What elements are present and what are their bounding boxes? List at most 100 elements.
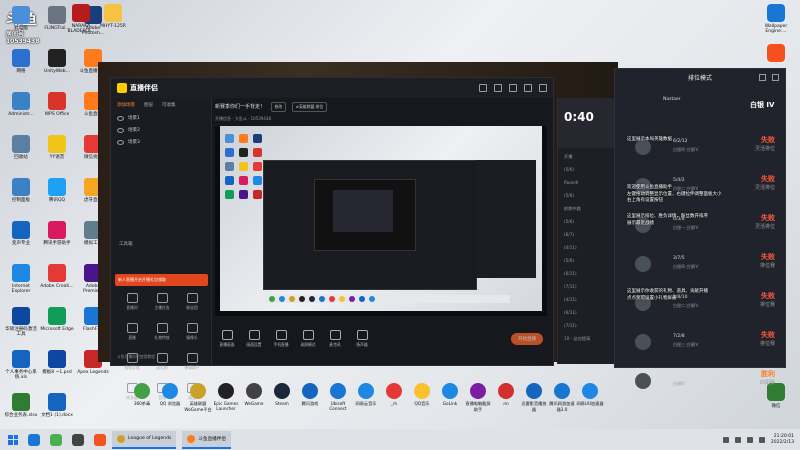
start-button[interactable] xyxy=(8,434,18,445)
clock[interactable]: 21:20:01 2022/2/13 xyxy=(771,434,794,446)
dock-icon[interactable]: 迅雷影音播放器 xyxy=(520,383,548,413)
tool-button[interactable]: 弹幕助手 xyxy=(177,353,207,371)
desktop-dock-row: 360杀毒 QQ 浏览器 英雄联盟WeGame平台 Epic Games Launch… xyxy=(128,383,604,413)
desktop-icon[interactable]: 腾讯QQ xyxy=(40,178,74,203)
dock-icon[interactable]: QQ 浏览器 xyxy=(156,383,184,413)
dock-icon[interactable]: _m xyxy=(380,383,408,413)
desktop-icon[interactable]: 个人事务中心系统.xls xyxy=(4,350,38,380)
tab-2[interactable]: 可收集 xyxy=(162,102,176,108)
dock-icon[interactable]: Steam xyxy=(268,383,296,413)
taskbar-app-1[interactable] xyxy=(28,433,40,446)
chat-message: 开播 xyxy=(564,154,573,159)
control-button[interactable]: 画面设置 xyxy=(242,330,266,348)
edit-button[interactable]: 修改 xyxy=(270,102,287,112)
minimize-icon[interactable] xyxy=(509,84,517,92)
desktop-icon[interactable]: 网络 xyxy=(4,49,38,74)
desktop-icon-label: UnityWeb... xyxy=(44,69,70,74)
tool-icon xyxy=(156,353,168,363)
dock-icon[interactable]: nn xyxy=(492,383,520,413)
close-icon[interactable] xyxy=(539,84,547,92)
category-button[interactable]: #英雄联盟-排位 xyxy=(291,102,328,112)
desktop-icon[interactable] xyxy=(756,44,796,64)
volume-icon[interactable] xyxy=(746,436,753,443)
app-icon xyxy=(104,4,122,22)
rank-mode: 灵活排位 xyxy=(754,224,775,230)
dock-icon[interactable]: 腾讯游戏 xyxy=(296,383,324,413)
control-button[interactable]: 手机直播 xyxy=(269,330,293,348)
tray-icon[interactable] xyxy=(734,436,741,443)
eye-icon[interactable] xyxy=(117,139,124,145)
control-button[interactable]: 麦克风 xyxy=(323,330,347,348)
desktop-icon[interactable]: Internet Explorer xyxy=(4,264,38,294)
desktop-icon[interactable]: Administr... xyxy=(4,92,38,117)
desktop-icon[interactable]: YY语音 xyxy=(40,135,74,160)
maximize-icon[interactable] xyxy=(524,84,532,92)
tray-icon[interactable] xyxy=(722,436,729,443)
desktop-icon[interactable]: 腾讯手游助手 xyxy=(40,221,74,246)
tool-button[interactable]: 主播任务 xyxy=(147,293,177,311)
tab-1[interactable]: 图层 xyxy=(144,102,153,108)
desktop-icon[interactable]: 文档1 (1).docx xyxy=(40,393,74,418)
tutorial-link[interactable]: 斗鱼直播伴侣使用教程 xyxy=(117,354,155,360)
rank-row[interactable]: 6/8/8 白银IV 胜利 匹配赛 xyxy=(625,367,777,393)
network-icon[interactable] xyxy=(758,436,765,443)
stream-preview[interactable] xyxy=(215,126,547,316)
taskbar-window-button[interactable]: 斗鱼直播伴侣 xyxy=(182,430,231,449)
scene-item[interactable]: 场景2 xyxy=(111,124,211,136)
desktop-icon[interactable]: NARAKA BLADEPOI... xyxy=(64,4,98,34)
tool-button[interactable]: 直播间 xyxy=(117,293,147,311)
dock-icon[interactable]: 直播电脑截屏助手 xyxy=(464,383,492,413)
taskbar-steam[interactable] xyxy=(72,433,84,446)
dock-icon[interactable]: 腾讯网游加速器3.0 xyxy=(548,383,576,413)
promo-banner[interactable]: 新人直播开启开播礼包领取 xyxy=(115,274,208,286)
rank-header: 排位模式 xyxy=(615,69,785,85)
scene-item[interactable]: 场景3 xyxy=(111,136,211,148)
taskbar-window-button[interactable]: League of Legends xyxy=(112,430,177,449)
control-button[interactable]: 扬声器 xyxy=(350,330,374,348)
desktop-icon[interactable]: WPS Office xyxy=(40,92,74,117)
dock-icon[interactable]: Epic Games Launcher xyxy=(212,383,240,413)
tool-button[interactable]: 礼物特效 xyxy=(147,323,177,341)
rank-row[interactable]: 7/2/8 白银三 白银IV 失败 排位赛 xyxy=(625,328,777,354)
dock-icon[interactable]: 网易UU加速器 xyxy=(576,383,604,413)
control-button[interactable]: 直播画面 xyxy=(215,330,239,348)
desktop-icon[interactable]: 变声专业 xyxy=(4,221,38,246)
dock-icon[interactable]: Ubisoft Connect xyxy=(324,383,352,413)
eye-icon[interactable] xyxy=(117,127,124,133)
control-label: 直播画面 xyxy=(219,342,235,347)
start-live-button[interactable]: 开始直播 xyxy=(511,333,543,345)
rank-row[interactable]: 3/7/5 白银四 白银IV 失败 排位赛 xyxy=(625,250,777,276)
menu-icon[interactable] xyxy=(494,84,502,92)
tool-button[interactable]: 粉丝团 xyxy=(177,293,207,311)
desktop-icon[interactable]: Microsoft Edge xyxy=(40,307,74,332)
desktop-icon[interactable]: 回收站 xyxy=(4,135,38,160)
dock-icon[interactable]: WeGame xyxy=(240,383,268,413)
desktop-icon[interactable]: 控制面板 xyxy=(4,178,38,203)
close-icon[interactable] xyxy=(772,74,779,81)
dock-icon[interactable]: QQ音乐 xyxy=(408,383,436,413)
tool-button[interactable]: 摄像头 xyxy=(177,323,207,341)
desktop-icon[interactable]: Adobe Creati... xyxy=(40,264,74,289)
desktop-icon[interactable]: 华硕注册码激活工具 xyxy=(4,307,38,337)
minimize-icon[interactable] xyxy=(759,74,766,81)
settings-icon[interactable] xyxy=(479,84,487,92)
taskbar-app-4[interactable] xyxy=(94,433,106,446)
desktop-icon[interactable]: Wallpaper Engine:... xyxy=(756,4,796,34)
desktop-icon[interactable]: 综合业务表.xlsx xyxy=(4,393,38,418)
dock-icon[interactable]: 网易云音乐 xyxy=(352,383,380,413)
control-button[interactable]: 录屏模式 xyxy=(296,330,320,348)
preview-desktop-icon xyxy=(239,148,248,157)
taskbar-chrome[interactable] xyxy=(50,433,62,446)
rank-hint-1: 这里展示本局英雄数据 xyxy=(627,137,672,142)
desktop-icon[interactable]: 模板8 ~1.psd xyxy=(40,350,74,375)
desktop-icon[interactable]: MHYT-125R xyxy=(96,4,130,29)
desktop-icon[interactable]: UnityWeb... xyxy=(40,49,74,74)
scene-item[interactable]: 场景1 xyxy=(111,112,211,124)
tool-button[interactable]: 直播 xyxy=(117,323,147,341)
dock-icon[interactable]: GoLink xyxy=(436,383,464,413)
tab-0[interactable]: 添加场景 xyxy=(117,102,135,108)
dock-icon[interactable]: 360杀毒 xyxy=(128,383,156,413)
eye-icon[interactable] xyxy=(117,115,124,121)
dock-icon[interactable]: 英雄联盟WeGame平台 xyxy=(184,383,212,413)
desktop-icon[interactable]: 此电脑 xyxy=(4,6,38,31)
